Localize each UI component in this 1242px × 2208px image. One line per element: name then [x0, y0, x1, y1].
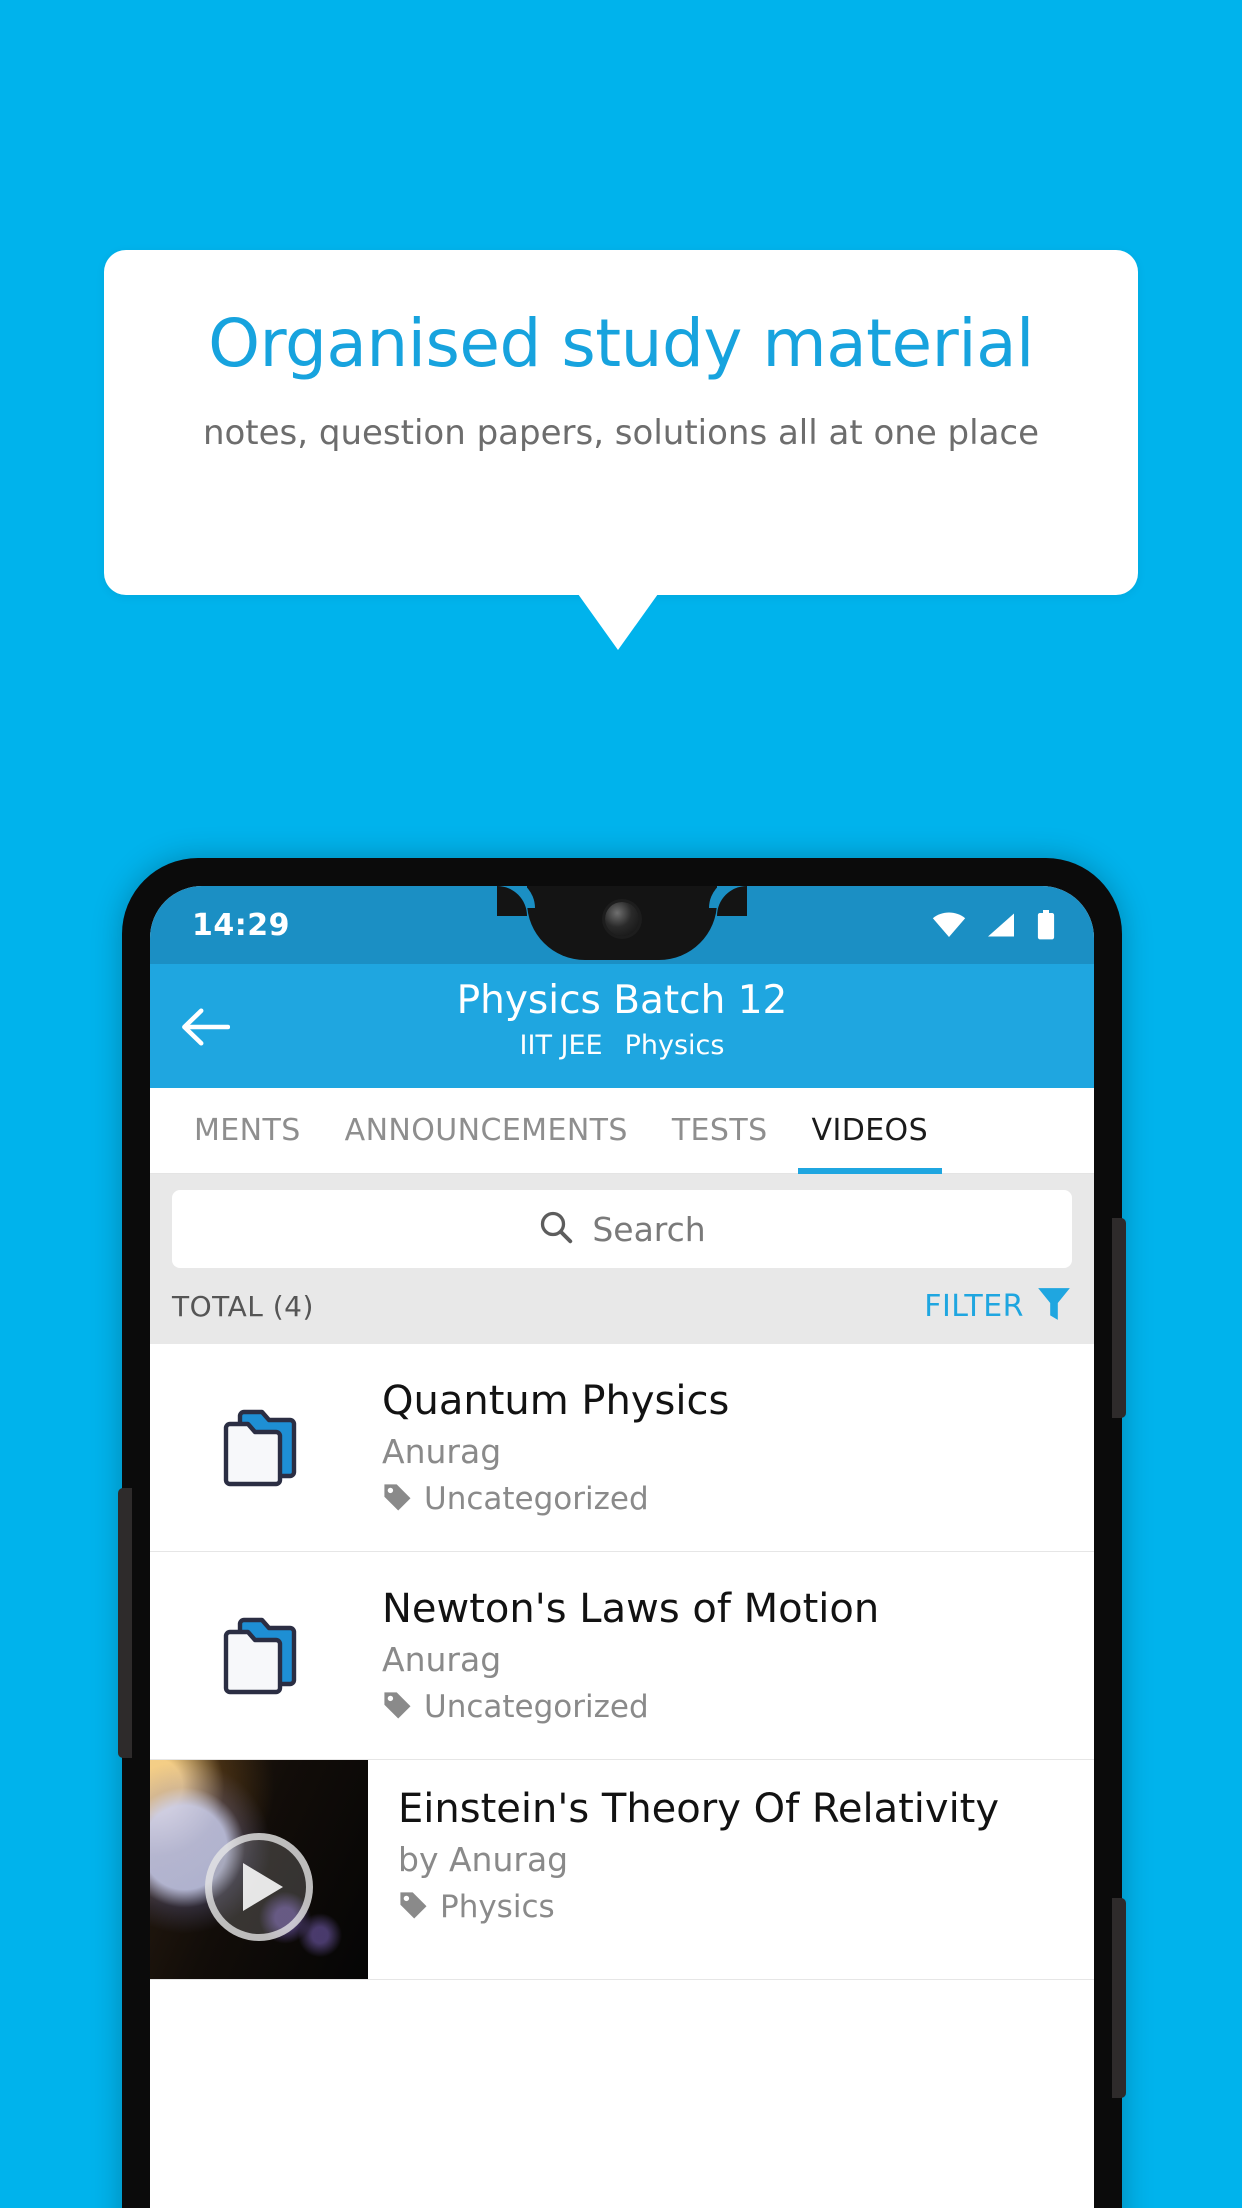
- list-item-title: Quantum Physics: [382, 1378, 730, 1424]
- search-placeholder: Search: [592, 1209, 706, 1249]
- list-item-body: Newton's Laws of Motion Anurag Uncategor…: [382, 1586, 899, 1725]
- tab-announcements[interactable]: ANNOUNCEMENTS: [323, 1088, 650, 1174]
- video-thumbnail[interactable]: [150, 1760, 368, 1979]
- tab-tests[interactable]: TESTS: [650, 1088, 790, 1174]
- list-item-title: Einstein's Theory Of Relativity: [398, 1786, 1000, 1832]
- promo-subtitle: notes, question papers, solutions all at…: [202, 413, 1040, 453]
- search-area: Search: [150, 1174, 1094, 1268]
- status-bar: 14:29: [150, 886, 1094, 964]
- list-meta-row: TOTAL (4) FILTER: [150, 1268, 1094, 1344]
- cellular-signal-icon: [986, 912, 1016, 942]
- power-button[interactable]: [1112, 1218, 1126, 1418]
- assistant-button[interactable]: [1112, 1898, 1126, 2098]
- notch: [497, 886, 747, 960]
- promo-card-tail: [578, 594, 658, 650]
- promo-title: Organised study material: [208, 305, 1034, 382]
- battery-icon: [1036, 910, 1056, 944]
- front-camera-icon: [605, 902, 639, 936]
- list-item-author: Anurag: [382, 1640, 502, 1679]
- list-item[interactable]: Einstein's Theory Of Relativity by Anura…: [150, 1760, 1094, 1980]
- tab-bar: MENTS ANNOUNCEMENTS TESTS VIDEOS: [150, 1088, 1094, 1174]
- promo-card: Organised study material notes, question…: [104, 250, 1138, 595]
- list-item-title: Newton's Laws of Motion: [382, 1586, 880, 1632]
- list-item-author: Anurag: [382, 1432, 502, 1471]
- volume-button[interactable]: [118, 1488, 132, 1758]
- breadcrumb: IIT JEE Physics: [150, 1030, 1094, 1061]
- list-item-tag: Uncategorized: [382, 1689, 879, 1725]
- breadcrumb-subject: Physics: [624, 1030, 725, 1061]
- list-item-tag-text: Uncategorized: [424, 1481, 649, 1517]
- list-item-author: by Anurag: [398, 1840, 569, 1879]
- tag-icon: [382, 1690, 412, 1724]
- list-item-tag-text: Physics: [440, 1889, 555, 1925]
- app-bar: Physics Batch 12 IIT JEE Physics: [150, 964, 1094, 1088]
- filter-funnel-icon: [1036, 1285, 1072, 1327]
- list-item[interactable]: Quantum Physics Anurag Uncategorized: [150, 1344, 1094, 1552]
- tag-icon: [398, 1890, 428, 1924]
- content-list: Quantum Physics Anurag Uncategorized New…: [150, 1344, 1094, 1980]
- total-count-label: TOTAL (4): [172, 1289, 314, 1323]
- phone-mockup: 14:29 Physics Batch 12 IIT JEE Physics M…: [118, 858, 1126, 2208]
- promo-screenshot: Organised study material notes, question…: [0, 0, 1242, 2208]
- tag-icon: [382, 1482, 412, 1516]
- tab-videos[interactable]: VIDEOS: [790, 1088, 950, 1174]
- list-item[interactable]: Newton's Laws of Motion Anurag Uncategor…: [150, 1552, 1094, 1760]
- list-item-tag: Physics: [398, 1889, 999, 1925]
- page-title: Physics Batch 12: [456, 978, 788, 1023]
- phone-screen: 14:29 Physics Batch 12 IIT JEE Physics M…: [150, 886, 1094, 2208]
- wifi-icon: [932, 912, 966, 942]
- list-item-body: Quantum Physics Anurag Uncategorized: [382, 1378, 749, 1517]
- search-input[interactable]: Search: [172, 1190, 1072, 1268]
- list-item-tag: Uncategorized: [382, 1481, 729, 1517]
- list-item-tag-text: Uncategorized: [424, 1689, 649, 1725]
- play-icon[interactable]: [205, 1833, 313, 1942]
- filter-button[interactable]: FILTER: [924, 1285, 1072, 1327]
- status-icons: [932, 910, 1056, 944]
- filter-label: FILTER: [924, 1288, 1024, 1324]
- breadcrumb-exam: IIT JEE: [519, 1030, 603, 1061]
- status-time: 14:29: [192, 908, 290, 943]
- folder-icon: [150, 1612, 382, 1700]
- tab-assignments[interactable]: MENTS: [172, 1088, 323, 1174]
- folder-icon: [150, 1404, 382, 1492]
- search-icon: [538, 1209, 574, 1249]
- list-item-body: Einstein's Theory Of Relativity by Anura…: [368, 1760, 1019, 1979]
